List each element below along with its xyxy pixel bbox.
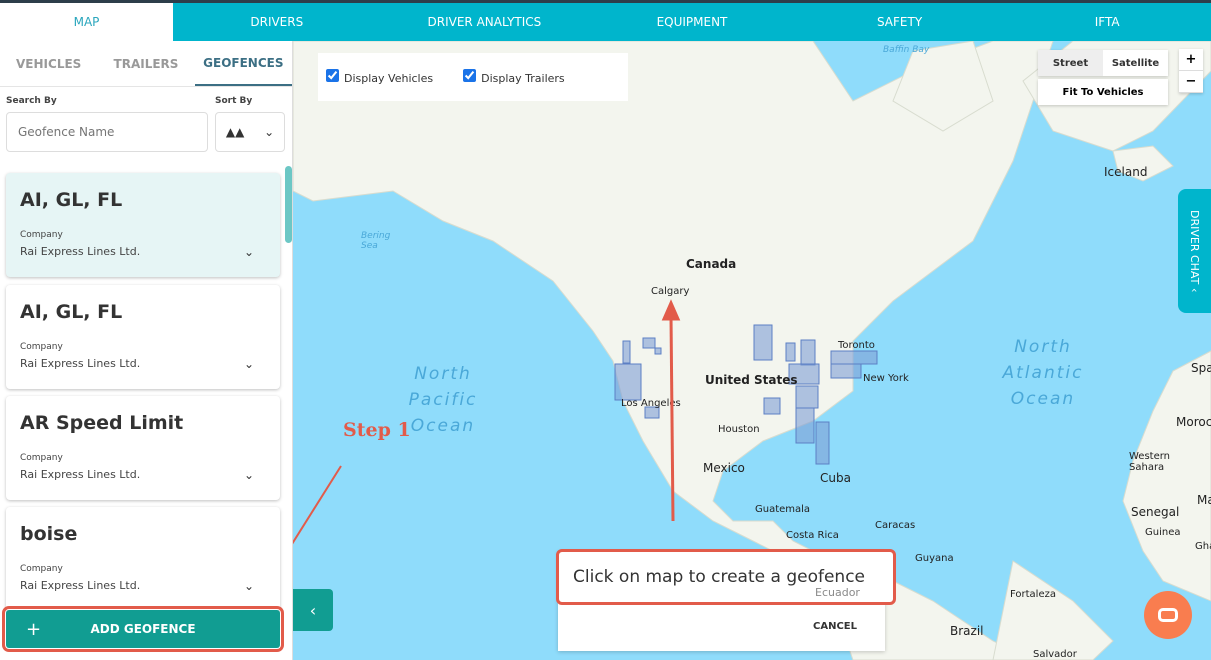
chat-help-button[interactable] <box>1144 591 1192 639</box>
map-label: Cuba <box>820 471 851 485</box>
zoom-out-button[interactable]: − <box>1179 71 1203 93</box>
tab-driver-analytics[interactable]: DRIVER ANALYTICS <box>381 3 589 41</box>
tab-equipment[interactable]: EQUIPMENT <box>588 3 796 41</box>
mountain-icon: ▲▲ <box>225 125 245 139</box>
street-button[interactable]: Street <box>1038 50 1103 76</box>
sidebar: VEHICLES TRAILERS GEOFENCES Search By So… <box>0 41 293 660</box>
map-label: Bering Sea <box>361 231 391 251</box>
geofence-title: AR Speed Limit <box>20 412 184 434</box>
display-vehicles-checkbox[interactable]: Display Vehicles <box>326 69 433 85</box>
geofence-card[interactable]: AR Speed Limit Company Rai Express Lines… <box>6 396 280 500</box>
subtab-trailers[interactable]: TRAILERS <box>97 41 194 86</box>
map-label: Mexico <box>703 461 745 475</box>
add-geofence-button[interactable]: + ADD GEOFENCE <box>2 606 284 652</box>
map-canvas[interactable]: Canada Calgary United States Toronto New… <box>293 41 1211 660</box>
zoom-in-button[interactable]: + <box>1179 49 1203 71</box>
map-label: Guinea <box>1145 527 1181 538</box>
fit-to-vehicles-button[interactable]: Fit To Vehicles <box>1038 79 1168 105</box>
map-label: Canada <box>686 257 737 271</box>
display-options: Display Vehicles Display Trailers <box>318 53 628 101</box>
satellite-button[interactable]: Satellite <box>1103 50 1168 76</box>
step-annotation: Step 1 <box>343 419 411 441</box>
chevron-down-icon[interactable]: ⌄ <box>244 579 254 593</box>
chat-bubble-icon <box>1158 608 1178 622</box>
company-label: Company <box>20 453 63 463</box>
geofence-card[interactable]: AI, GL, FL Company Rai Express Lines Ltd… <box>6 285 280 389</box>
map-label: Costa Rica <box>786 530 839 541</box>
company-label: Company <box>20 564 63 574</box>
geofence-card[interactable]: boise Company Rai Express Lines Ltd. ⌄ <box>6 507 280 611</box>
tab-ifta[interactable]: IFTA <box>1003 3 1211 41</box>
collapse-sidebar-button[interactable]: ‹ <box>293 589 333 631</box>
company-value: Rai Express Lines Ltd. <box>20 245 141 258</box>
chevron-left-icon: ‹ <box>309 600 317 620</box>
geofence-card[interactable]: AI, GL, FL Company Rai Express Lines Ltd… <box>6 173 280 277</box>
map-type-toggle: Street Satellite <box>1038 50 1168 76</box>
map-label: Senegal <box>1131 505 1180 519</box>
company-label: Company <box>20 342 63 352</box>
map-label: Spain <box>1191 361 1211 375</box>
map-label: Caracas <box>875 520 916 531</box>
plus-icon: + <box>26 618 42 640</box>
chevron-left-icon: ‹ <box>1188 287 1201 293</box>
map-label: Toronto <box>838 340 875 351</box>
map-label: United States <box>705 373 798 387</box>
subtab-vehicles[interactable]: VEHICLES <box>0 41 97 86</box>
map-label: Calgary <box>651 286 690 297</box>
driver-chat-tab[interactable]: DRIVER CHAT ‹ <box>1178 189 1211 313</box>
geofence-title: boise <box>20 523 78 545</box>
map-label: Guatemala <box>755 504 811 515</box>
map-label: Morocco <box>1176 415 1211 429</box>
map-label: Los Angeles <box>621 398 681 409</box>
geofence-title: AI, GL, FL <box>20 189 123 211</box>
map-label: Iceland <box>1104 165 1148 179</box>
chevron-down-icon: ⌄ <box>264 125 275 139</box>
map-label: Western Sahara <box>1129 451 1171 473</box>
tab-drivers[interactable]: DRIVERS <box>173 3 381 41</box>
chevron-down-icon[interactable]: ⌄ <box>244 468 254 482</box>
add-geofence-label: ADD GEOFENCE <box>90 622 196 636</box>
main-nav: MAP DRIVERS DRIVER ANALYTICS EQUIPMENT S… <box>0 3 1211 41</box>
tab-map[interactable]: MAP <box>0 3 173 41</box>
chevron-down-icon[interactable]: ⌄ <box>244 357 254 371</box>
driver-chat-label: DRIVER CHAT <box>1188 209 1201 284</box>
search-label: Search By <box>6 96 57 106</box>
sort-select[interactable]: ▲▲ ⌄ <box>215 112 285 152</box>
company-value: Rai Express Lines Ltd. <box>20 357 141 370</box>
geofence-dialog: Click on map to create a geofence CANCEL <box>556 549 896 651</box>
map-label: Baffin Bay <box>883 45 930 55</box>
company-value: Rai Express Lines Ltd. <box>20 579 141 592</box>
zoom-controls: + − <box>1179 49 1203 93</box>
geofence-search-input[interactable] <box>6 112 208 152</box>
scrollbar[interactable] <box>285 166 292 243</box>
map-label: Ghana <box>1195 541 1211 552</box>
tab-safety[interactable]: SAFETY <box>796 3 1004 41</box>
cancel-button[interactable]: CANCEL <box>813 621 857 632</box>
map-label: New York <box>863 373 909 384</box>
geofence-title: AI, GL, FL <box>20 301 123 323</box>
sort-label: Sort By <box>215 96 253 106</box>
ocean-label: North Atlantic Ocean <box>1002 337 1084 409</box>
display-trailers-checkbox[interactable]: Display Trailers <box>463 69 565 85</box>
subtab-geofences[interactable]: GEOFENCES <box>194 41 292 86</box>
map-label: Brazil <box>950 624 984 638</box>
map-label: Ma <box>1197 493 1211 507</box>
map-label: Houston <box>718 424 760 435</box>
chevron-down-icon[interactable]: ⌄ <box>244 245 254 259</box>
map-label: Guyana <box>915 553 954 564</box>
company-label: Company <box>20 230 63 240</box>
map-label: Salvador <box>1033 649 1077 660</box>
map-label: Fortaleza <box>1010 589 1056 600</box>
map-label: Ecuador <box>815 586 860 599</box>
company-value: Rai Express Lines Ltd. <box>20 468 141 481</box>
